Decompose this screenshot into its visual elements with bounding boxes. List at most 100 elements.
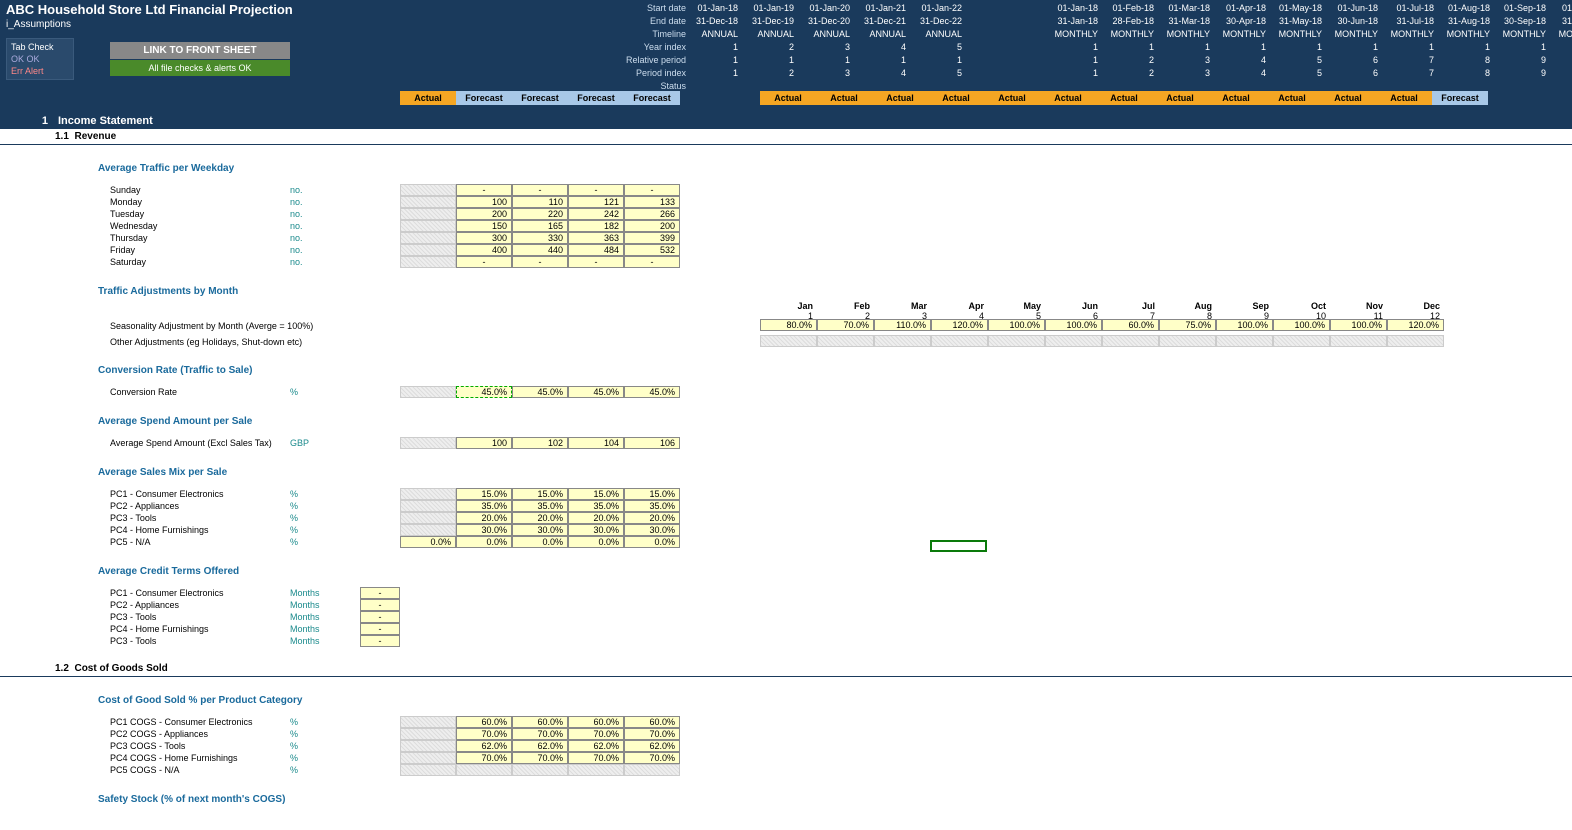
input-cell[interactable]: 60.0% — [1102, 319, 1159, 331]
grid-cell[interactable] — [400, 232, 456, 244]
input-cell[interactable]: 0.0% — [456, 536, 512, 548]
input-cell[interactable]: 133 — [624, 196, 680, 208]
input-cell[interactable]: 15.0% — [512, 488, 568, 500]
input-cell[interactable]: 35.0% — [568, 500, 624, 512]
input-cell[interactable]: - — [624, 184, 680, 196]
selected-cell[interactable] — [930, 540, 987, 552]
input-cell[interactable]: - — [512, 256, 568, 268]
input-cell[interactable]: 100 — [456, 437, 512, 449]
input-cell[interactable]: 100.0% — [1330, 319, 1387, 331]
input-cell[interactable]: 45.0% — [568, 386, 624, 398]
grid-cell[interactable] — [1045, 335, 1102, 347]
input-cell[interactable]: - — [456, 256, 512, 268]
grid-cell[interactable] — [874, 335, 931, 347]
input-cell[interactable]: 110 — [512, 196, 568, 208]
input-cell[interactable]: 242 — [568, 208, 624, 220]
input-cell[interactable]: 363 — [568, 232, 624, 244]
input-cell[interactable]: 30.0% — [624, 524, 680, 536]
grid-cell[interactable] — [1102, 335, 1159, 347]
input-cell[interactable]: 60.0% — [568, 716, 624, 728]
input-cell[interactable]: 0.0% — [624, 536, 680, 548]
input-cell[interactable]: 60.0% — [512, 716, 568, 728]
input-cell[interactable]: 30.0% — [512, 524, 568, 536]
grid-cell[interactable] — [400, 244, 456, 256]
input-cell[interactable]: 62.0% — [624, 740, 680, 752]
input-cell[interactable]: 120.0% — [931, 319, 988, 331]
input-cell[interactable]: 150 — [456, 220, 512, 232]
grid-cell[interactable] — [400, 488, 456, 500]
input-cell[interactable]: - — [624, 256, 680, 268]
grid-cell[interactable] — [400, 728, 456, 740]
input-cell[interactable]: 100.0% — [1273, 319, 1330, 331]
input-cell[interactable]: 104 — [568, 437, 624, 449]
input-cell[interactable]: 70.0% — [512, 752, 568, 764]
grid-cell[interactable] — [400, 740, 456, 752]
input-cell[interactable]: 399 — [624, 232, 680, 244]
input-cell[interactable]: - — [456, 184, 512, 196]
grid-cell[interactable] — [760, 335, 817, 347]
input-cell[interactable]: 110.0% — [874, 319, 931, 331]
input-cell[interactable]: 70.0% — [624, 752, 680, 764]
input-cell[interactable]: 121 — [568, 196, 624, 208]
input-cell[interactable]: 70.0% — [456, 752, 512, 764]
input-cell[interactable]: 60.0% — [624, 716, 680, 728]
input-cell[interactable]: 15.0% — [568, 488, 624, 500]
grid-cell[interactable] — [400, 437, 456, 449]
input-cell[interactable]: 70.0% — [568, 752, 624, 764]
input-cell[interactable]: 106 — [624, 437, 680, 449]
input-cell[interactable]: 30.0% — [456, 524, 512, 536]
input-cell[interactable]: 182 — [568, 220, 624, 232]
grid-cell[interactable] — [400, 208, 456, 220]
input-cell[interactable] — [624, 764, 680, 776]
input-cell[interactable]: 266 — [624, 208, 680, 220]
input-cell[interactable]: 45.0% — [512, 386, 568, 398]
input-cell[interactable]: 200 — [456, 208, 512, 220]
input-cell[interactable]: 20.0% — [568, 512, 624, 524]
input-cell[interactable]: 0.0% — [568, 536, 624, 548]
input-cell[interactable]: - — [568, 184, 624, 196]
input-cell[interactable]: 62.0% — [568, 740, 624, 752]
input-cell[interactable]: 15.0% — [624, 488, 680, 500]
input-cell[interactable]: 0.0% — [512, 536, 568, 548]
input-cell[interactable]: 70.0% — [512, 728, 568, 740]
input-cell[interactable]: 0.0% — [400, 536, 456, 548]
input-cell[interactable] — [568, 764, 624, 776]
input-cell[interactable]: 35.0% — [624, 500, 680, 512]
input-cell[interactable]: 15.0% — [456, 488, 512, 500]
input-cell[interactable]: 220 — [512, 208, 568, 220]
input-cell[interactable]: 70.0% — [568, 728, 624, 740]
input-cell[interactable]: 20.0% — [456, 512, 512, 524]
grid-cell[interactable] — [400, 752, 456, 764]
grid-cell[interactable] — [400, 184, 456, 196]
input-cell[interactable]: - — [360, 599, 400, 611]
input-cell[interactable]: 45.0% — [624, 386, 680, 398]
grid-cell[interactable] — [817, 335, 874, 347]
input-cell[interactable]: 102 — [512, 437, 568, 449]
grid-cell[interactable] — [400, 500, 456, 512]
input-cell[interactable]: 330 — [512, 232, 568, 244]
grid-cell[interactable] — [400, 196, 456, 208]
grid-cell[interactable] — [400, 256, 456, 268]
input-cell[interactable]: 62.0% — [456, 740, 512, 752]
input-cell[interactable]: 35.0% — [512, 500, 568, 512]
input-cell[interactable]: 30.0% — [568, 524, 624, 536]
input-cell[interactable]: 45.0% — [456, 386, 512, 398]
input-cell[interactable]: 100 — [456, 196, 512, 208]
input-cell[interactable]: 100.0% — [1216, 319, 1273, 331]
input-cell[interactable]: 165 — [512, 220, 568, 232]
input-cell[interactable]: 100.0% — [988, 319, 1045, 331]
input-cell[interactable]: 300 — [456, 232, 512, 244]
input-cell[interactable]: - — [360, 611, 400, 623]
grid-cell[interactable] — [1273, 335, 1330, 347]
input-cell[interactable]: 80.0% — [760, 319, 817, 331]
input-cell[interactable]: 20.0% — [512, 512, 568, 524]
grid-cell[interactable] — [1216, 335, 1273, 347]
grid-cell[interactable] — [400, 220, 456, 232]
input-cell[interactable]: 200 — [624, 220, 680, 232]
grid-cell[interactable] — [1159, 335, 1216, 347]
input-cell[interactable] — [456, 764, 512, 776]
input-cell[interactable]: 20.0% — [624, 512, 680, 524]
input-cell[interactable]: 60.0% — [456, 716, 512, 728]
input-cell[interactable]: - — [512, 184, 568, 196]
input-cell[interactable]: - — [360, 587, 400, 599]
